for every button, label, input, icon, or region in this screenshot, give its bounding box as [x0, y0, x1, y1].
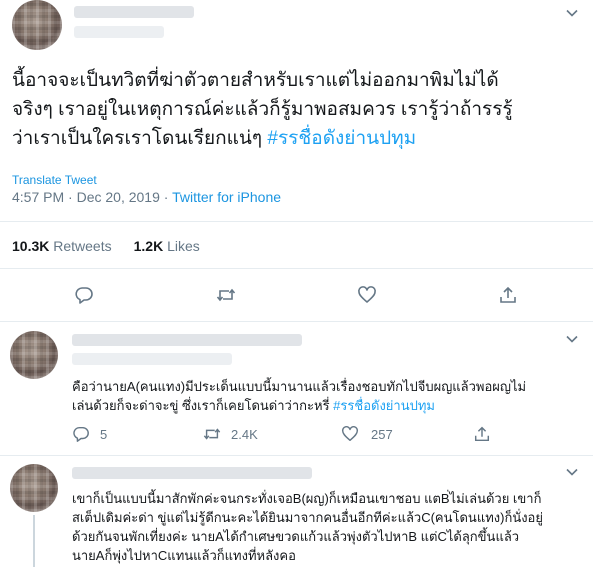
translate-tweet-link[interactable]: Translate Tweet [12, 173, 97, 187]
share-icon[interactable] [473, 425, 491, 443]
like-count: 257 [371, 427, 393, 442]
reply-icon[interactable] [72, 425, 90, 443]
tweet-meta: 4:57 PM · Dec 20, 2019 · Twitter for iPh… [12, 189, 281, 205]
hashtag-link[interactable]: #รรชื่อดังย่านปทุม [267, 128, 416, 149]
reply-body: เขาก็เป็นแบบนี้มาสักพักค่ะจนกระทั่งเจอB(… [72, 491, 543, 563]
tweet-timestamp[interactable]: 4:57 PM · Dec 20, 2019 [12, 189, 160, 205]
tweet-stats: 10.3K Retweets 1.2K Likes [12, 238, 200, 254]
retweets-label: Retweets [53, 238, 112, 254]
retweet-count: 2.4K [231, 427, 258, 442]
reply-text: เขาก็เป็นแบบนี้มาสักพักค่ะจนกระทั่งเจอB(… [72, 489, 587, 565]
divider [0, 321, 593, 322]
retweets-stat[interactable]: 10.3K Retweets [12, 238, 112, 254]
reply-avatar[interactable] [10, 464, 58, 512]
likes-count: 1.2K [133, 238, 164, 254]
retweets-count: 10.3K [12, 238, 50, 254]
meta-separator: · [159, 189, 173, 205]
like-icon[interactable] [357, 285, 377, 305]
tweet-source[interactable]: Twitter for iPhone [172, 189, 281, 205]
divider [0, 268, 593, 269]
share-icon[interactable] [498, 285, 518, 305]
likes-stat[interactable]: 1.2K Likes [134, 238, 200, 254]
likes-label: Likes [167, 238, 200, 254]
reply-icon[interactable] [74, 285, 94, 305]
blurred-reply-author [72, 334, 302, 346]
retweet-icon[interactable] [203, 425, 221, 443]
like-icon[interactable] [341, 425, 359, 443]
hashtag-link[interactable]: #รรชื่อดังย่านปทุม [333, 398, 435, 413]
thread-line [33, 515, 35, 567]
chevron-down-icon[interactable] [565, 465, 579, 479]
divider [0, 221, 593, 222]
chevron-down-icon[interactable] [565, 332, 579, 346]
reply-text: คือว่านายA(คนแทง)มีประเด็นแบบนี้มานานแล้… [72, 377, 587, 415]
chevron-down-icon[interactable] [565, 6, 579, 20]
avatar[interactable] [12, 0, 62, 50]
blurred-display-name [74, 6, 194, 18]
divider [0, 455, 593, 456]
reply-avatar[interactable] [10, 331, 58, 379]
tweet-text: นี้อาจจะเป็นทวิตที่ฆ่าตัวตายสำหรับเราแต่… [12, 66, 587, 153]
retweet-icon[interactable] [216, 285, 236, 305]
reply-body: คือว่านายA(คนแทง)มีประเด็นแบบนี้มานานแล้… [72, 379, 527, 413]
blurred-handle [74, 26, 164, 38]
blurred-reply-context [72, 353, 232, 365]
blurred-reply-author [72, 467, 312, 479]
tweet-body: นี้อาจจะเป็นทวิตที่ฆ่าตัวตายสำหรับเราแต่… [12, 70, 513, 149]
reply-count: 5 [100, 427, 108, 442]
